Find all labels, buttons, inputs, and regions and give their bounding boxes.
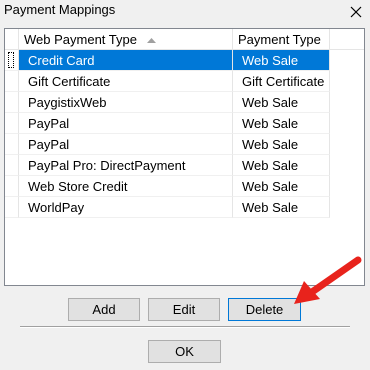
payment-type-cell: Web Sale	[233, 92, 330, 113]
table-row[interactable]: Web Store Credit Web Sale	[5, 176, 364, 197]
table-row[interactable]: WorldPay Web Sale	[5, 197, 364, 218]
table-row[interactable]: Gift Certificate Gift Certificate	[5, 71, 364, 92]
row-header-corner	[5, 29, 19, 50]
web-payment-type-cell: Gift Certificate	[19, 71, 233, 92]
add-button[interactable]: Add	[68, 298, 140, 321]
column-header-label: Payment Type	[238, 32, 321, 47]
title-bar: Payment Mappings	[0, 0, 370, 24]
payment-mappings-dialog: Payment Mappings Web Payment Type Paymen…	[0, 0, 370, 370]
web-payment-type-cell: WorldPay	[19, 197, 233, 218]
table-row[interactable]: Credit Card Web Sale	[5, 50, 364, 71]
web-payment-type-cell: PayPal Pro: DirectPayment	[19, 155, 233, 176]
red-arrow-icon	[294, 256, 362, 304]
table-row[interactable]: PaygistixWeb Web Sale	[5, 92, 364, 113]
row-header	[5, 71, 19, 92]
row-header	[5, 92, 19, 113]
table-row[interactable]: PayPal Pro: DirectPayment Web Sale	[5, 155, 364, 176]
payment-type-cell: Web Sale	[233, 155, 330, 176]
row-header	[5, 50, 19, 71]
table-row[interactable]: PayPal Web Sale	[5, 113, 364, 134]
row-header	[5, 176, 19, 197]
ok-button[interactable]: OK	[148, 340, 221, 363]
web-payment-type-cell: Web Store Credit	[19, 176, 233, 197]
column-header-label: Web Payment Type	[24, 32, 137, 47]
web-payment-type-cell: Credit Card	[19, 50, 233, 71]
separator	[20, 326, 350, 328]
column-header-payment-type[interactable]: Payment Type	[233, 29, 330, 50]
web-payment-type-cell: PayPal	[19, 113, 233, 134]
payment-type-cell: Gift Certificate	[233, 71, 330, 92]
row-header	[5, 113, 19, 134]
payment-type-cell: Web Sale	[233, 50, 330, 71]
row-header	[5, 134, 19, 155]
focus-marker	[8, 52, 14, 68]
web-payment-type-cell: PaygistixWeb	[19, 92, 233, 113]
web-payment-type-cell: PayPal	[19, 134, 233, 155]
row-header	[5, 197, 19, 218]
table-row[interactable]: PayPal Web Sale	[5, 134, 364, 155]
edit-button[interactable]: Edit	[148, 298, 220, 321]
header-filler	[330, 29, 364, 50]
sort-ascending-icon	[146, 37, 156, 43]
close-button[interactable]	[342, 0, 370, 24]
payment-type-cell: Web Sale	[233, 176, 330, 197]
payment-mappings-list[interactable]: Web Payment Type Payment Type Credit Car…	[4, 28, 365, 286]
payment-type-cell: Web Sale	[233, 113, 330, 134]
payment-type-cell: Web Sale	[233, 197, 330, 218]
list-rows: Credit Card Web Sale Gift Certificate Gi…	[5, 50, 364, 218]
dialog-title: Payment Mappings	[4, 2, 116, 17]
payment-type-cell: Web Sale	[233, 134, 330, 155]
row-header	[5, 155, 19, 176]
column-header-web-payment-type[interactable]: Web Payment Type	[19, 29, 233, 50]
list-header: Web Payment Type Payment Type	[5, 29, 364, 51]
close-icon	[350, 6, 362, 18]
